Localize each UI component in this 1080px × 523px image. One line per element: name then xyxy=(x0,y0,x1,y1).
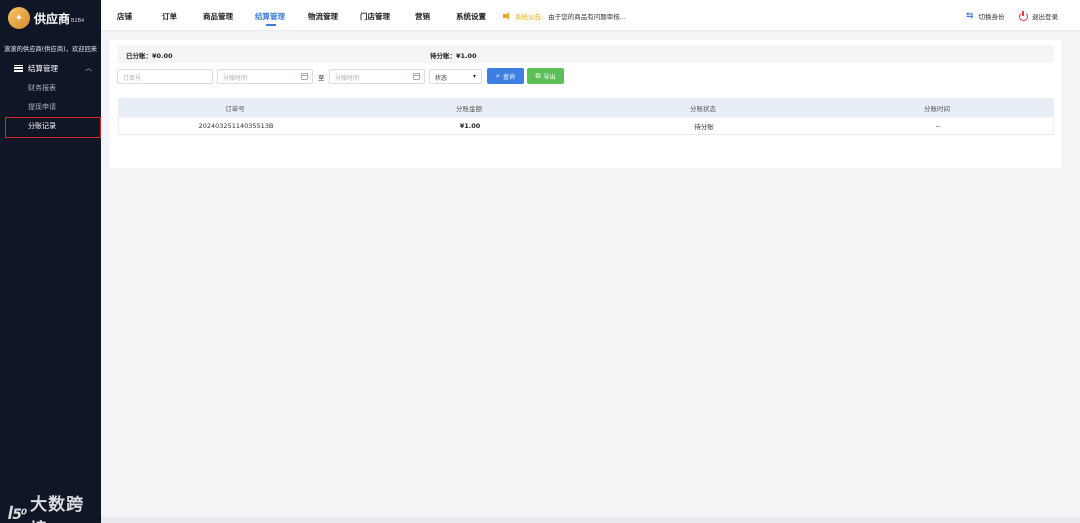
watermark-text: 大数跨境 xyxy=(30,495,85,523)
header-split-time: 分账时间 xyxy=(924,104,950,113)
cell-split-time: -- xyxy=(935,121,941,130)
status-select[interactable]: 状态 ▾ xyxy=(429,69,482,84)
chevron-down-icon: ▾ xyxy=(472,73,476,80)
header-split-amount: 分账金额 xyxy=(456,104,482,113)
sidebar: ✦ 供应商 B2B4 滚滚的供应商(供应商)，欢迎回来 结算管理 ︿ 财务报表 … xyxy=(0,0,101,523)
nav-item-store[interactable]: 店铺 xyxy=(117,11,132,22)
logout-label: 退出登录 xyxy=(1032,13,1058,21)
export-button-label: 导出 xyxy=(543,73,556,81)
nav-item-orders[interactable]: 订单 xyxy=(162,11,177,22)
calendar-icon xyxy=(301,73,308,80)
search-button-label: 查询 xyxy=(502,73,515,81)
cell-split-amount: ¥1.00 xyxy=(459,121,481,130)
sidebar-group-settlement[interactable]: 结算管理 ︿ xyxy=(0,60,101,76)
sidebar-group-label: 结算管理 xyxy=(28,63,58,73)
logo[interactable]: ✦ 供应商 B2B4 xyxy=(8,7,84,29)
content-panel: 已分账：¥0.00 待分账：¥1.00 订单号 分账时间 至 分账时间 状态 ▾… xyxy=(110,40,1062,168)
split-summary: 已分账：¥0.00 待分账：¥1.00 xyxy=(118,45,1054,63)
nav-active-underline xyxy=(266,24,276,26)
export-button[interactable]: ⧉ 导出 xyxy=(527,68,564,84)
date-start-input[interactable]: 分账时间 xyxy=(217,69,313,84)
system-notice[interactable]: 系统公告: 由于您的商品有问题审核... xyxy=(503,11,626,21)
header-split-status: 分账状态 xyxy=(690,104,716,113)
logo-icon: ✦ xyxy=(8,7,30,29)
chevron-up-icon: ︿ xyxy=(85,64,92,72)
switch-identity-label: 切换身份 xyxy=(978,13,1005,21)
notice-label: 系统公告: xyxy=(515,13,544,21)
nav-item-logistics[interactable]: 物流管理 xyxy=(308,11,338,22)
search-button[interactable]: ⌕ 查询 xyxy=(487,68,524,84)
l50-logo-icon: ꟾ5⁰ xyxy=(8,507,27,523)
top-navbar: 店铺 订单 商品管理 结算管理 物流管理 门店管理 营销 系统设置 系统公告: … xyxy=(101,0,1080,31)
speaker-icon xyxy=(503,12,512,20)
nav-item-system-settings[interactable]: 系统设置 xyxy=(456,11,486,22)
bottom-scrollbar[interactable] xyxy=(101,517,1080,523)
swap-icon: ⇆ xyxy=(966,11,974,21)
status-select-value: 状态 xyxy=(435,75,448,82)
date-start-placeholder: 分账时间 xyxy=(223,75,248,82)
nav-item-products[interactable]: 商品管理 xyxy=(203,11,233,22)
header-order-number: 订单号 xyxy=(225,104,245,113)
logo-text: 供应商 xyxy=(34,11,71,26)
table-row[interactable]: 20240325114035513B ¥1.00 待分账 -- xyxy=(118,117,1054,135)
cell-split-status: 待分账 xyxy=(694,122,714,131)
date-end-input[interactable]: 分账时间 xyxy=(329,69,425,84)
watermark: ꟾ5⁰ 大数跨境 xyxy=(8,490,101,523)
table-header: 订单号 分账金额 分账状态 分账时间 xyxy=(118,98,1054,117)
switch-identity-button[interactable]: ⇆ 切换身份 xyxy=(966,11,1005,21)
nav-item-settlement[interactable]: 结算管理 xyxy=(255,11,285,22)
settled-amount: 已分账：¥0.00 xyxy=(126,52,173,60)
export-icon: ⧉ xyxy=(535,71,541,80)
calendar-icon xyxy=(413,73,420,80)
sidebar-item-withdrawal[interactable]: 提现申请 xyxy=(28,102,56,112)
logout-button[interactable]: 退出登录 xyxy=(1019,10,1058,21)
logo-subtext: B2B4 xyxy=(71,18,85,24)
cell-order-number: 20240325114035513B xyxy=(198,121,274,130)
list-icon xyxy=(14,64,23,72)
notice-text: 由于您的商品有问题审核... xyxy=(548,13,626,21)
nav-item-stores[interactable]: 门店管理 xyxy=(360,11,390,22)
split-records-table: 订单号 分账金额 分账状态 分账时间 20240325114035513B ¥1… xyxy=(118,98,1054,135)
power-icon xyxy=(1019,10,1028,21)
sidebar-item-split-records[interactable]: 分账记录 xyxy=(28,121,56,131)
date-end-placeholder: 分账时间 xyxy=(335,75,360,82)
pending-amount: 待分账：¥1.00 xyxy=(430,52,477,60)
order-number-input[interactable]: 订单号 xyxy=(117,69,213,84)
sidebar-item-financial-report[interactable]: 财务报表 xyxy=(28,83,56,93)
date-range-separator: 至 xyxy=(318,74,325,82)
search-icon: ⌕ xyxy=(496,71,500,80)
nav-item-marketing[interactable]: 营销 xyxy=(415,11,430,22)
welcome-message: 滚滚的供应商(供应商)，欢迎回来 xyxy=(4,46,98,53)
